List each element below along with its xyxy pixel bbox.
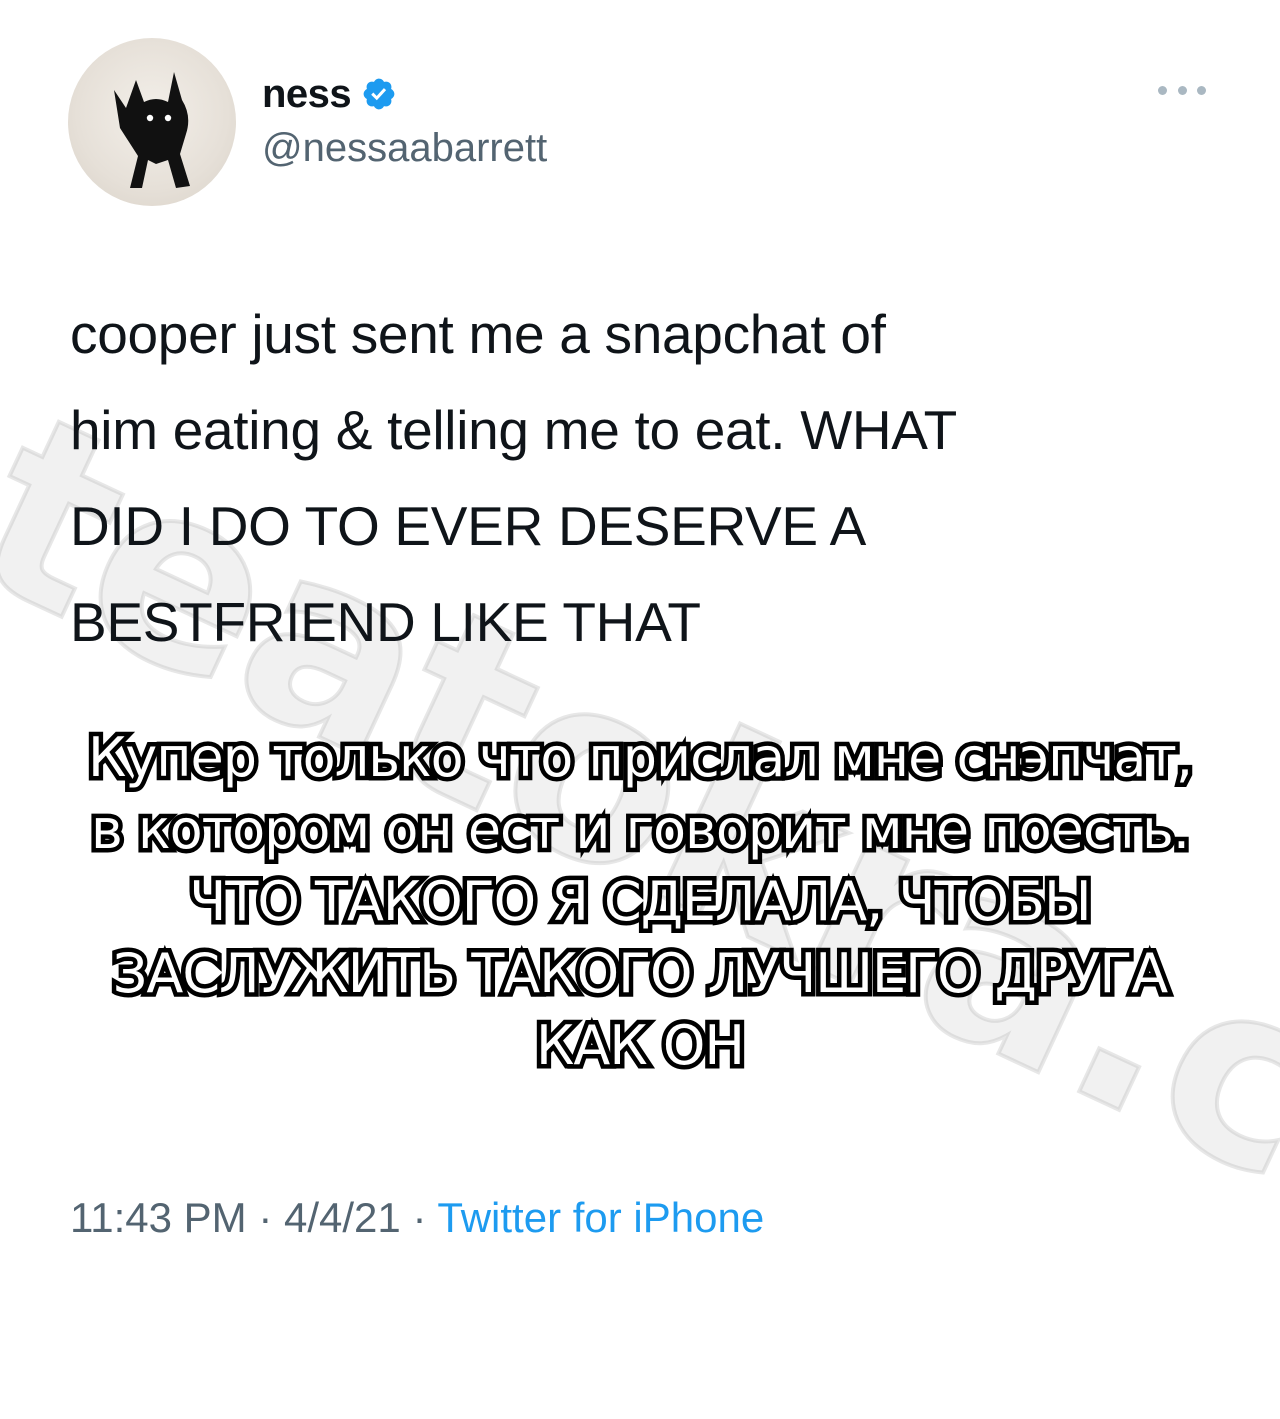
author-handle[interactable]: @nessaabarrett: [262, 126, 547, 171]
translation-line: Купер только что прислал мне снэпчат,: [83, 722, 1197, 794]
verified-badge-icon: [363, 78, 395, 110]
tweet-text-line: DID I DO TO EVER DESERVE A: [70, 495, 867, 557]
tweet-source-link[interactable]: Twitter for iPhone: [437, 1194, 764, 1241]
tweet-text-line: him eating & telling me to eat. WHAT: [70, 399, 957, 461]
black-cat-avatar-icon: [114, 72, 190, 188]
translation-line: в котором он ест и говорит мне поесть.: [86, 794, 1194, 866]
translation-caption: Купер только что прислал мне снэпчат, в …: [40, 722, 1240, 1082]
display-name[interactable]: ness: [262, 72, 352, 117]
tweet-text: cooper just sent me a snapchat of him ea…: [70, 286, 1220, 670]
tweet-time[interactable]: 11:43 PM: [70, 1194, 247, 1241]
meta-separator: ·: [412, 1194, 427, 1241]
translation-line: ЗАСЛУЖИТЬ ТАКОГО ЛУЧШЕГО ДРУГА: [108, 938, 1172, 1010]
tweet-text-line: BESTFRIEND LIKE THAT: [70, 591, 701, 653]
more-options-icon[interactable]: [1158, 80, 1206, 100]
tweet-text-line: cooper just sent me a snapchat of: [70, 303, 886, 365]
tweet-meta: 11:43 PM · 4/4/21 · Twitter for iPhone: [70, 1194, 764, 1242]
tweet-date[interactable]: 4/4/21: [284, 1194, 401, 1241]
author-name-row: ness: [262, 66, 397, 122]
translation-line: КАК ОН: [532, 1010, 750, 1082]
avatar[interactable]: [68, 38, 236, 206]
meta-separator: ·: [258, 1194, 273, 1241]
translation-line: ЧТО ТАКОГО Я СДЕЛАЛА, ЧТОБЫ: [185, 866, 1096, 938]
